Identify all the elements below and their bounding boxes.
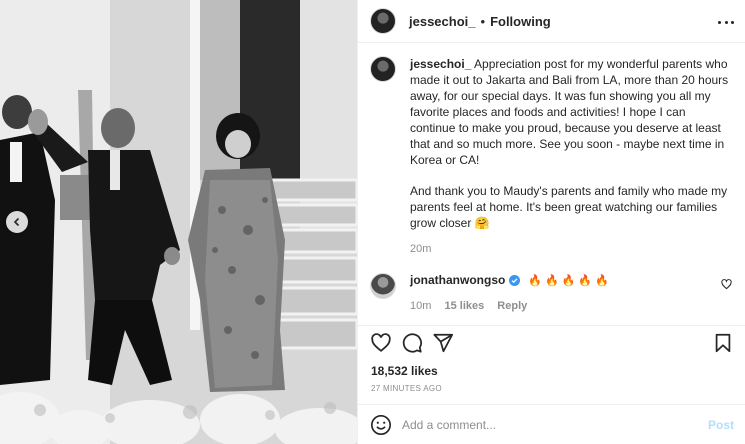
share-icon[interactable] (432, 332, 454, 354)
photo-illustration (0, 0, 357, 444)
author-username[interactable]: jessechoi_ (409, 14, 476, 29)
caption-text-1: Appreciation post for my wonderful paren… (410, 57, 729, 167)
action-icons (370, 332, 463, 354)
comment-text: 🔥🔥🔥🔥🔥 (528, 274, 612, 287)
verified-badge-icon (509, 274, 521, 286)
likes-count[interactable]: 18,532 likes (371, 364, 438, 378)
author-avatar[interactable] (370, 8, 396, 34)
comment-like-heart-icon[interactable] (721, 279, 732, 290)
caption-paragraph-1: jessechoi_ Appreciation post for my wond… (410, 56, 730, 168)
posted-time: 27 MINUTES AGO (371, 384, 442, 393)
caption-text-2: And thank you to Maudy's parents and fam… (410, 184, 728, 230)
carousel-prev-button[interactable] (6, 211, 28, 233)
post-photo (0, 0, 357, 444)
header-separator: • (480, 13, 486, 29)
commenter-avatar[interactable] (370, 273, 396, 299)
add-comment-bar: Post (358, 404, 745, 444)
comment-icon[interactable] (401, 332, 423, 354)
comment-input[interactable] (402, 417, 708, 432)
comment-line: jonathanwongso 🔥🔥🔥🔥🔥 (410, 273, 612, 287)
more-horizontal-icon[interactable] (718, 14, 734, 30)
post-comment-button[interactable]: Post (708, 418, 734, 432)
post-panel: jessechoi_ • Following jessechoi_ Apprec… (357, 0, 745, 444)
post-header: jessechoi_ • Following (358, 0, 745, 43)
heart-icon[interactable] (370, 332, 392, 354)
commenter-username[interactable]: jonathanwongso (410, 273, 505, 287)
emoji-icon[interactable] (370, 414, 392, 436)
caption-time: 20m (410, 243, 432, 255)
comment-meta: 10m 15 likes Reply (410, 300, 612, 312)
caption-body: jessechoi_ Appreciation post for my wond… (410, 56, 730, 257)
chevron-left-icon (13, 217, 20, 227)
bookmark-icon[interactable] (712, 332, 734, 354)
comment-item: jonathanwongso 🔥🔥🔥🔥🔥 10m 15 likes Reply (370, 273, 734, 312)
comment-likes[interactable]: 15 likes (444, 300, 484, 312)
comment-time: 10m (410, 300, 432, 312)
caption-username[interactable]: jessechoi_ (410, 57, 471, 71)
reply-button[interactable]: Reply (497, 300, 527, 312)
comments-section: jessechoi_ Appreciation post for my wond… (358, 43, 745, 325)
following-button[interactable]: Following (490, 14, 551, 29)
caption-avatar[interactable] (370, 56, 396, 82)
comment-body: jonathanwongso 🔥🔥🔥🔥🔥 10m 15 likes Reply (410, 273, 612, 312)
caption: jessechoi_ Appreciation post for my wond… (370, 56, 734, 257)
